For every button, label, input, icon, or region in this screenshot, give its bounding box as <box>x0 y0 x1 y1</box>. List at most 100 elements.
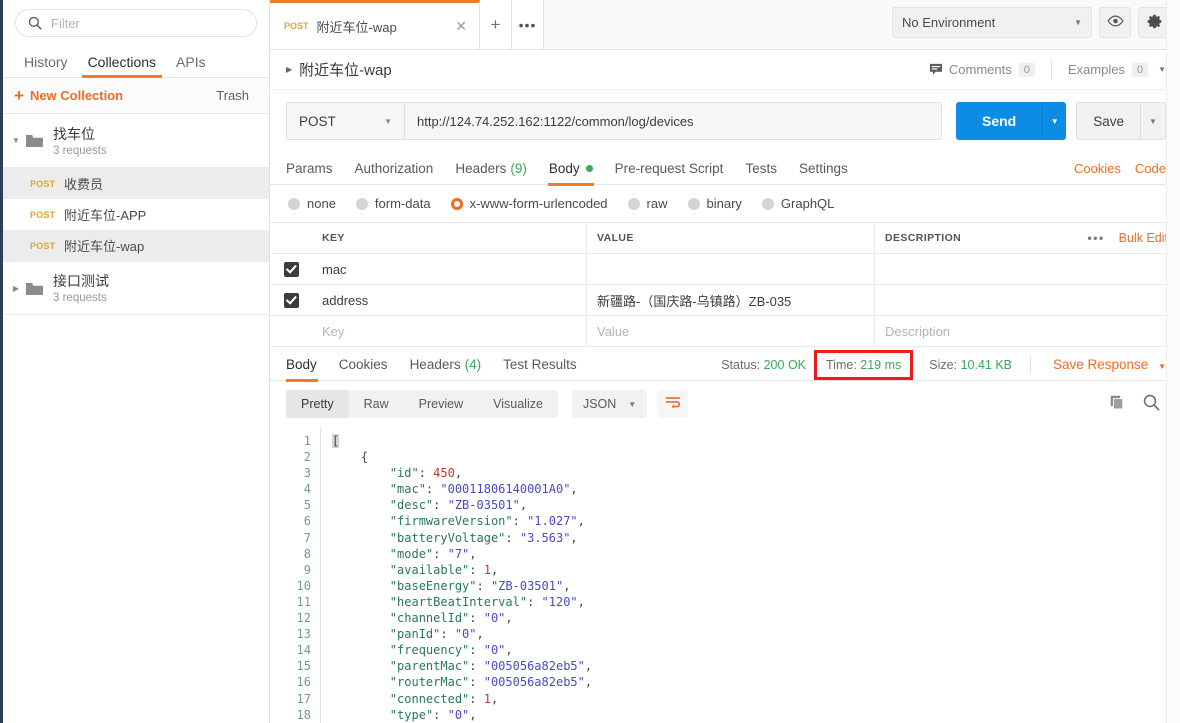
tab-headers-count: (9) <box>510 161 527 176</box>
view-mode-raw[interactable]: Raw <box>349 390 404 418</box>
save-response-button[interactable]: Save Response ▼ <box>1053 357 1166 372</box>
response-stats: Status: 200 OK Time: 219 ms Size: 10.41 … <box>705 350 1166 380</box>
collection-folder-0[interactable]: ▼ 找车位 3 requests <box>0 114 269 168</box>
tab-tests[interactable]: Tests <box>734 152 788 185</box>
save-options-button[interactable]: ▼ <box>1140 102 1166 140</box>
response-tab-body[interactable]: Body <box>286 349 328 381</box>
tab-authorization[interactable]: Authorization <box>344 152 445 185</box>
row-checkbox[interactable] <box>284 262 299 277</box>
close-icon[interactable]: ✕ <box>455 18 467 35</box>
tab-pre-request-script[interactable]: Pre-request Script <box>604 152 735 185</box>
chevron-down-icon[interactable]: ▼ <box>1158 65 1166 74</box>
new-collection-button[interactable]: + New Collection <box>14 87 123 104</box>
header-value: VALUE <box>587 223 875 253</box>
code-link[interactable]: Code <box>1135 161 1166 176</box>
empty-key-input[interactable]: Key <box>312 316 587 346</box>
tab-apis[interactable]: APIs <box>166 55 216 77</box>
response-tab-test-results[interactable]: Test Results <box>492 349 588 381</box>
table-row[interactable]: mac <box>270 254 1180 285</box>
tab-settings[interactable]: Settings <box>788 152 859 185</box>
breadcrumb[interactable]: ▶ 附近车位-wap <box>286 59 392 80</box>
row-description[interactable] <box>875 285 1180 315</box>
trash-button[interactable]: Trash <box>216 88 249 103</box>
request-item-0[interactable]: POST 收费员 <box>0 168 269 199</box>
empty-description-input[interactable]: Description <box>875 316 1180 346</box>
line-number: 16 <box>270 674 311 690</box>
time-value: 219 ms <box>860 358 901 372</box>
new-tab-button[interactable]: + <box>480 0 512 49</box>
line-number: 18 <box>270 707 311 723</box>
table-options-icon[interactable]: ••• <box>1088 231 1105 245</box>
tab-method: POST <box>284 21 309 31</box>
line-number: 13 <box>270 626 311 642</box>
search-icon[interactable] <box>1143 394 1160 414</box>
environment-quick-look-button[interactable] <box>1099 7 1131 38</box>
response-format-selector[interactable]: JSON ▼ <box>572 390 647 418</box>
body-mode-raw[interactable]: raw <box>628 196 668 211</box>
body-mode-binary[interactable]: binary <box>688 196 742 211</box>
empty-value-input[interactable]: Value <box>587 316 875 346</box>
collection-folder-1[interactable]: ▶ 接口测试 3 requests <box>0 261 269 315</box>
row-checkbox[interactable] <box>284 293 299 308</box>
method-selector[interactable]: POST ▼ <box>286 102 404 140</box>
request-item-2[interactable]: POST 附近车位-wap <box>0 230 269 261</box>
row-value[interactable] <box>587 254 875 284</box>
row-value[interactable]: 新疆路-（国庆路-乌镇路）ZB-035 <box>587 285 875 315</box>
environment-selector[interactable]: No Environment ▼ <box>892 7 1092 38</box>
code-line: { <box>320 449 1180 465</box>
view-mode-preview[interactable]: Preview <box>404 390 478 418</box>
folder-icon <box>26 282 43 295</box>
word-wrap-button[interactable] <box>658 390 688 418</box>
tab-collections[interactable]: Collections <box>78 55 166 77</box>
line-number: 2 <box>270 449 311 465</box>
tab-headers[interactable]: Headers (9) <box>444 152 538 185</box>
window-scroll-rail[interactable] <box>1166 0 1180 723</box>
tab-options-button[interactable]: ••• <box>512 0 544 49</box>
row-checkbox-cell <box>270 254 312 284</box>
chevron-right-icon[interactable]: ▶ <box>8 284 24 293</box>
bulk-edit-button[interactable]: Bulk Edit <box>1119 231 1168 245</box>
request-tab-active[interactable]: POST 附近车位-wap ✕ <box>270 0 480 49</box>
cookies-link[interactable]: Cookies <box>1074 161 1121 176</box>
url-input[interactable]: http://124.74.252.162:1122/common/log/de… <box>404 102 942 140</box>
body-mode-raw-label: raw <box>647 196 668 211</box>
chevron-right-icon[interactable]: ▶ <box>286 65 292 74</box>
code-line: "firmwareVersion": "1.027", <box>320 513 1180 529</box>
table-row[interactable]: address 新疆路-（国庆路-乌镇路）ZB-035 <box>270 285 1180 316</box>
send-button[interactable]: Send <box>956 102 1042 140</box>
copy-icon[interactable] <box>1110 395 1126 414</box>
sidebar: Filter History Collections APIs + New Co… <box>0 0 270 723</box>
tab-body[interactable]: Body <box>538 152 604 185</box>
comments-count: 0 <box>1019 63 1035 77</box>
tab-history[interactable]: History <box>14 55 78 77</box>
response-tab-headers-label: Headers <box>410 357 461 372</box>
body-mode-none[interactable]: none <box>288 196 336 211</box>
request-item-1[interactable]: POST 附近车位-APP <box>0 199 269 230</box>
comments-button[interactable]: Comments 0 <box>929 62 1035 77</box>
response-tab-cookies[interactable]: Cookies <box>328 349 399 381</box>
eye-icon <box>1107 15 1124 30</box>
response-tab-headers[interactable]: Headers (4) <box>399 349 493 381</box>
body-mode-none-label: none <box>307 196 336 211</box>
examples-count: 0 <box>1132 63 1148 77</box>
body-mode-urlencoded[interactable]: x-www-form-urlencoded <box>451 196 608 211</box>
row-key[interactable]: mac <box>312 254 587 284</box>
body-mode-graphql[interactable]: GraphQL <box>762 196 834 211</box>
body-mode-urlencoded-label: x-www-form-urlencoded <box>470 196 608 211</box>
code-lines[interactable]: [ { "id": 450, "mac": "00011806140001A0"… <box>320 427 1180 723</box>
send-options-button[interactable]: ▼ <box>1042 102 1066 140</box>
breadcrumb-title: 附近车位-wap <box>299 59 392 80</box>
body-mode-form-data[interactable]: form-data <box>356 196 431 211</box>
response-body-code[interactable]: 1 2 3 4 5 6 7 8 9 10 11 12 13 14 15 16 1… <box>270 427 1180 723</box>
row-description[interactable] <box>875 254 1180 284</box>
search-input[interactable]: Filter <box>15 9 257 37</box>
collection-name-0: 找车位 <box>53 125 107 143</box>
chevron-down-icon[interactable]: ▼ <box>8 136 24 145</box>
row-key[interactable]: address <box>312 285 587 315</box>
table-row-empty[interactable]: Key Value Description <box>270 316 1180 347</box>
tab-params[interactable]: Params <box>286 152 344 185</box>
view-mode-pretty[interactable]: Pretty <box>286 390 349 418</box>
examples-button[interactable]: Examples 0 ▼ <box>1068 62 1166 77</box>
save-button[interactable]: Save <box>1076 102 1140 140</box>
view-mode-visualize[interactable]: Visualize <box>478 390 558 418</box>
